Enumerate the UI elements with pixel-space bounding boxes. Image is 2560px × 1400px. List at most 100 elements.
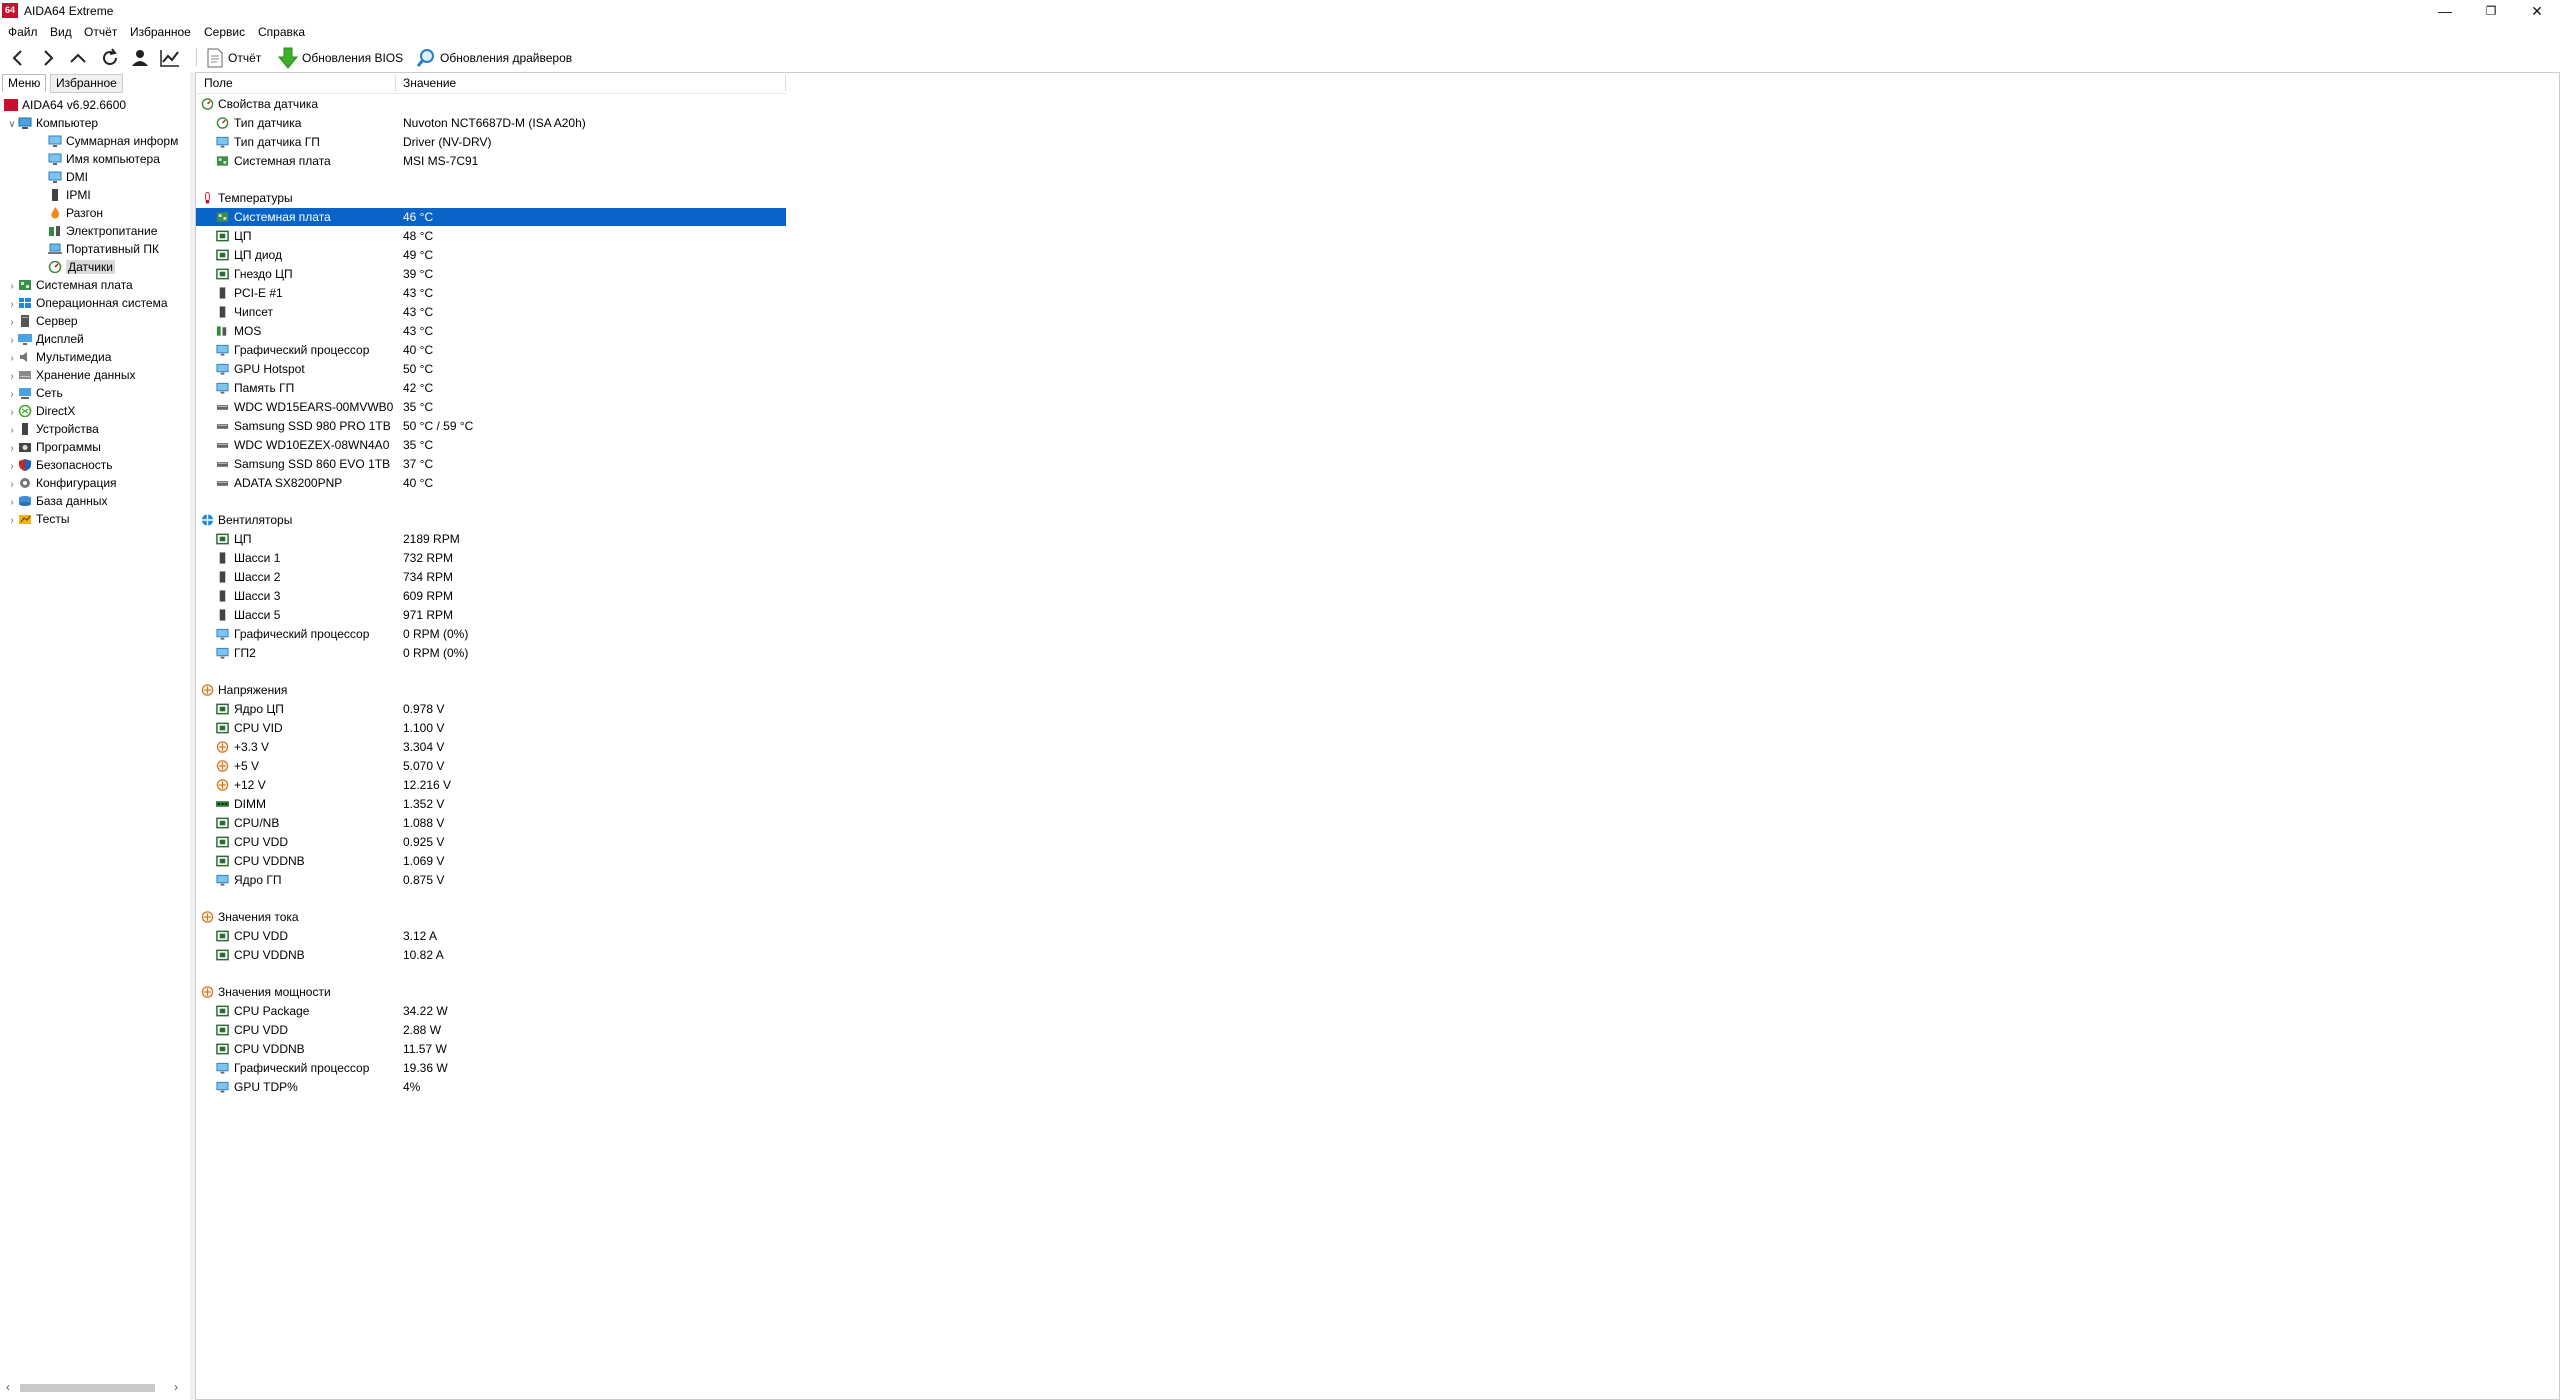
scroll-left-icon[interactable]: ‹ bbox=[6, 1380, 10, 1394]
close-button[interactable]: ✕ bbox=[2514, 0, 2560, 22]
sensor-row[interactable]: CPU VID 1.100 V bbox=[196, 719, 786, 737]
sensor-row[interactable]: Гнездо ЦП 39 °C bbox=[196, 265, 786, 283]
sensor-row[interactable]: Тип датчика ГП Driver (NV-DRV) bbox=[196, 133, 786, 151]
sensor-row[interactable]: CPU VDD 0.925 V bbox=[196, 833, 786, 851]
menu-report[interactable]: Отчёт bbox=[84, 25, 117, 39]
tree-item[interactable]: › Безопасность bbox=[6, 456, 112, 474]
tree-item[interactable]: ∨ Компьютер bbox=[6, 114, 98, 132]
group-header[interactable]: Вентиляторы bbox=[196, 511, 786, 529]
user-button[interactable] bbox=[128, 47, 152, 69]
back-button[interactable] bbox=[6, 47, 30, 69]
sensor-row[interactable]: CPU VDDNB 11.57 W bbox=[196, 1040, 786, 1058]
tree-item[interactable]: › База данных bbox=[6, 492, 107, 510]
sensor-row[interactable]: CPU VDDNB 10.82 A bbox=[196, 946, 786, 964]
sensor-row[interactable]: ADATA SX8200PNP 40 °C bbox=[196, 474, 786, 492]
collapse-arrow-icon[interactable]: ∨ bbox=[6, 116, 18, 134]
bios-update-button[interactable]: Обновления BIOS bbox=[278, 47, 403, 69]
tree-item[interactable]: IPMI bbox=[36, 186, 91, 204]
sensor-row[interactable]: Тип датчика Nuvoton NCT6687D-M (ISA A20h) bbox=[196, 114, 786, 132]
tree-item[interactable]: › Программы bbox=[6, 438, 101, 456]
sensor-row[interactable]: Шасси 5 971 RPM bbox=[196, 606, 786, 624]
menu-help[interactable]: Справка bbox=[258, 25, 305, 39]
sensor-row[interactable]: Шасси 1 732 RPM bbox=[196, 549, 786, 567]
chart-button[interactable] bbox=[158, 47, 182, 69]
tab-menu[interactable]: Меню bbox=[2, 74, 47, 92]
tree-item[interactable]: › Тесты bbox=[6, 510, 69, 528]
sensor-row[interactable]: Память ГП 42 °C bbox=[196, 379, 786, 397]
menu-view[interactable]: Вид bbox=[50, 25, 72, 39]
tree-item[interactable]: › Сеть bbox=[6, 384, 62, 402]
tree-item[interactable]: Электропитание bbox=[36, 222, 157, 240]
column-value-header[interactable]: Значение bbox=[403, 76, 456, 90]
sensor-row[interactable]: Графический процессор 0 RPM (0%) bbox=[196, 625, 786, 643]
sensor-row[interactable]: Системная плата 46 °C bbox=[196, 208, 786, 226]
sensor-row[interactable]: WDC WD15EARS-00MVWB0 35 °C bbox=[196, 398, 786, 416]
sensor-row[interactable]: WDC WD10EZEX-08WN4A0 35 °C bbox=[196, 436, 786, 454]
tree-item[interactable]: › DirectX bbox=[6, 402, 75, 420]
expand-arrow-icon[interactable]: › bbox=[6, 512, 18, 530]
sensor-row[interactable]: Samsung SSD 980 PRO 1TB 50 °C / 59 °C bbox=[196, 417, 786, 435]
scroll-right-icon[interactable]: › bbox=[174, 1380, 178, 1394]
group-header[interactable]: Свойства датчика bbox=[196, 95, 786, 113]
sensor-row[interactable]: ЦП 2189 RPM bbox=[196, 530, 786, 548]
tree-item[interactable]: › Мультимедиа bbox=[6, 348, 111, 366]
column-separator[interactable] bbox=[785, 75, 786, 91]
minimize-button[interactable]: — bbox=[2422, 0, 2468, 22]
tree-item[interactable]: › Хранение данных bbox=[6, 366, 135, 384]
tree-item[interactable]: Суммарная информ bbox=[36, 132, 178, 150]
sensor-row[interactable]: Шасси 3 609 RPM bbox=[196, 587, 786, 605]
sensor-row[interactable]: DIMM 1.352 V bbox=[196, 795, 786, 813]
sensor-row[interactable]: Samsung SSD 860 EVO 1TB 37 °C bbox=[196, 455, 786, 473]
sensor-row[interactable]: Ядро ГП 0.875 V bbox=[196, 871, 786, 889]
group-header[interactable]: Температуры bbox=[196, 189, 786, 207]
tree-item[interactable]: › Конфигурация bbox=[6, 474, 116, 492]
sensor-row[interactable]: GPU Hotspot 50 °C bbox=[196, 360, 786, 378]
tree-item[interactable]: DMI bbox=[36, 168, 88, 186]
sensor-row[interactable]: Системная плата MSI MS-7C91 bbox=[196, 152, 786, 170]
sensor-row[interactable]: CPU VDDNB 1.069 V bbox=[196, 852, 786, 870]
tree-item[interactable]: Разгон bbox=[36, 204, 103, 222]
tree-item[interactable]: › Сервер bbox=[6, 312, 77, 330]
sensor-row[interactable]: GPU TDP% 4% bbox=[196, 1078, 786, 1096]
sensor-row[interactable]: ЦП диод 49 °C bbox=[196, 246, 786, 264]
sensor-row[interactable]: ГП2 0 RPM (0%) bbox=[196, 644, 786, 662]
sensor-row[interactable]: +5 V 5.070 V bbox=[196, 757, 786, 775]
tree-item[interactable]: › Операционная система bbox=[6, 294, 167, 312]
sensor-row[interactable]: Чипсет 43 °C bbox=[196, 303, 786, 321]
sensor-row[interactable]: Шасси 2 734 RPM bbox=[196, 568, 786, 586]
tree-item[interactable]: › Дисплей bbox=[6, 330, 83, 348]
group-header[interactable]: Значения тока bbox=[196, 908, 786, 926]
driver-update-button[interactable]: Обновления драйверов bbox=[416, 47, 572, 69]
menu-service[interactable]: Сервис bbox=[204, 25, 245, 39]
up-button[interactable] bbox=[66, 47, 90, 69]
tree-item[interactable]: Датчики bbox=[36, 258, 115, 276]
sensor-row[interactable]: CPU VDD 3.12 A bbox=[196, 927, 786, 945]
sensor-row[interactable]: PCI-E #1 43 °C bbox=[196, 284, 786, 302]
sensor-row[interactable]: Ядро ЦП 0.978 V bbox=[196, 700, 786, 718]
tree-item[interactable]: › Устройства bbox=[6, 420, 98, 438]
tree-item[interactable]: Имя компьютера bbox=[36, 150, 160, 168]
sensor-row[interactable]: +12 V 12.216 V bbox=[196, 776, 786, 794]
tree-item[interactable]: › Системная плата bbox=[6, 276, 132, 294]
sensor-row[interactable]: ЦП 48 °C bbox=[196, 227, 786, 245]
tab-favorites[interactable]: Избранное bbox=[50, 74, 123, 93]
horizontal-scrollbar[interactable]: ‹ › bbox=[2, 1380, 188, 1396]
menu-file[interactable]: Файл bbox=[8, 25, 38, 39]
menu-favorites[interactable]: Избранное bbox=[130, 25, 191, 39]
sensor-row[interactable]: CPU Package 34.22 W bbox=[196, 1002, 786, 1020]
sensor-row[interactable]: MOS 43 °C bbox=[196, 322, 786, 340]
tree-item[interactable]: Портативный ПК bbox=[36, 240, 159, 258]
column-separator[interactable] bbox=[395, 75, 396, 91]
scrollbar-thumb[interactable] bbox=[20, 1384, 155, 1392]
sensor-row[interactable]: CPU VDD 2.88 W bbox=[196, 1021, 786, 1039]
tree-item[interactable]: AIDA64 v6.92.6600 bbox=[4, 96, 126, 114]
restore-button[interactable]: ❐ bbox=[2468, 0, 2514, 22]
sensor-row[interactable]: Графический процессор 19.36 W bbox=[196, 1059, 786, 1077]
report-button[interactable]: Отчёт bbox=[206, 47, 261, 69]
sensor-row[interactable]: CPU/NB 1.088 V bbox=[196, 814, 786, 832]
group-header[interactable]: Напряжения bbox=[196, 681, 786, 699]
group-header[interactable]: Значения мощности bbox=[196, 983, 786, 1001]
sensor-row[interactable]: +3.3 V 3.304 V bbox=[196, 738, 786, 756]
column-field-header[interactable]: Поле bbox=[204, 76, 233, 90]
refresh-button[interactable] bbox=[98, 47, 122, 69]
